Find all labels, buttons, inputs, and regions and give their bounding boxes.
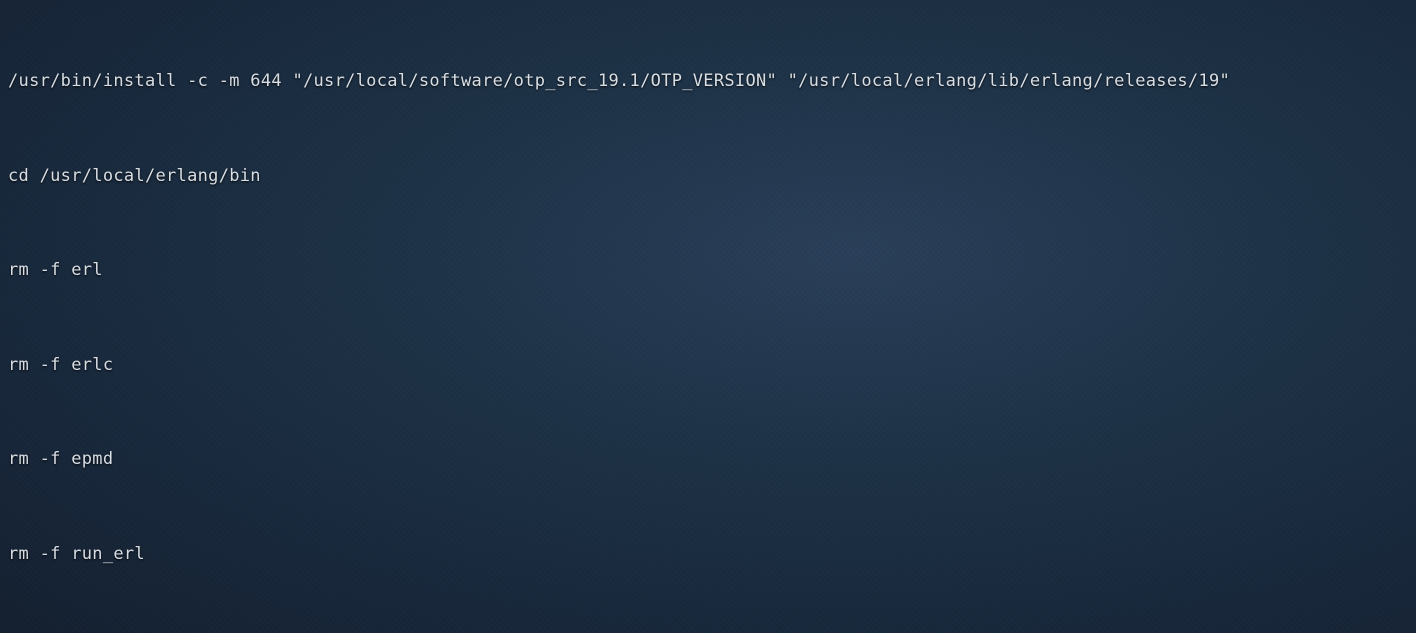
- terminal-line: rm -f erl: [8, 255, 1408, 287]
- terminal-output: /usr/bin/install -c -m 644 "/usr/local/s…: [0, 0, 1416, 633]
- terminal-line: rm -f epmd: [8, 444, 1408, 476]
- terminal-line: /usr/bin/install -c -m 644 "/usr/local/s…: [8, 66, 1408, 98]
- terminal-line: cd /usr/local/erlang/bin: [8, 161, 1408, 193]
- terminal-line: rm -f erlc: [8, 350, 1408, 382]
- terminal-line: rm -f run_erl: [8, 539, 1408, 571]
